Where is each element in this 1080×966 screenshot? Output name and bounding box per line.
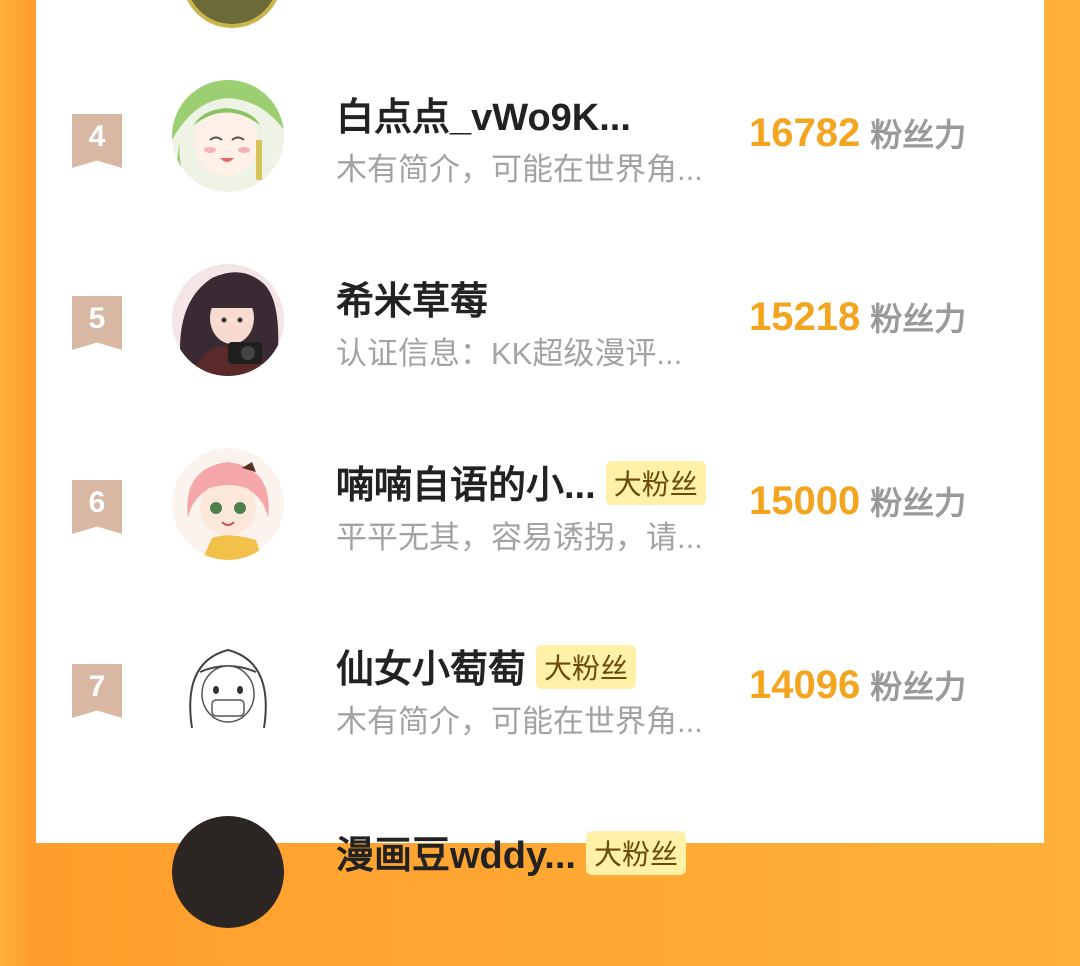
avatar[interactable] (172, 816, 284, 928)
user-description: 木有简介，可能在世界角... (336, 152, 703, 187)
user-name[interactable]: 喃喃自语的小... 大粉丝 (336, 454, 706, 509)
user-name[interactable]: 希米草莓 (336, 270, 488, 325)
user-name[interactable]: 漫画豆wddy... 大粉丝 (336, 824, 686, 879)
big-fan-badge: 大粉丝 (605, 461, 706, 505)
rank-number: 4 (88, 120, 106, 153)
rank-ribbon-icon: 7 (72, 664, 122, 718)
fans-score: 14096 粉丝力 (749, 662, 966, 708)
fans-score-label: 粉丝力 (870, 300, 967, 338)
user-description: 认证信息：KK超级漫评... (336, 336, 683, 371)
user-name-text[interactable]: 仙女小萄萄 (336, 649, 526, 691)
fans-score: 15218 粉丝力 (749, 294, 966, 340)
user-description: 平平无其，容易诱拐，请... (336, 520, 703, 555)
partial-avatar-top[interactable] (182, 0, 282, 28)
fans-score: 15000 粉丝力 (749, 478, 966, 524)
avatar[interactable] (172, 80, 284, 192)
rank-ribbon-icon: 4 (72, 114, 122, 168)
user-name[interactable]: 白点点_vWo9K... (336, 86, 631, 141)
fans-score-label: 粉丝力 (870, 668, 967, 706)
ranking-panel: 4 白点点_vWo9K... 木有简介，可能在世界角... 16782粉丝力 (36, 0, 1044, 928)
fans-score-value: 15218 (749, 295, 861, 339)
fans-score-value: 16782 (749, 111, 861, 155)
rank-ribbon-icon: 5 (72, 296, 122, 350)
user-name[interactable]: 仙女小萄萄 大粉丝 (336, 638, 637, 693)
ranking-row[interactable]: 5 希米草莓 认证信息：KK超级漫评... 15218 粉丝力 (36, 264, 1044, 414)
user-name-text[interactable]: 喃喃自语的小... (336, 465, 596, 507)
rank-number: 6 (88, 486, 106, 519)
rank-ribbon-icon: 6 (72, 480, 122, 534)
ranking-row[interactable]: 6 喃喃自语的小... 大粉丝 平平无其，容易诱拐，请... 15000 粉丝力 (36, 448, 1044, 598)
big-fan-badge: 大粉丝 (536, 645, 637, 689)
user-name-text[interactable]: 希米草莓 (336, 281, 488, 323)
rank-number: 7 (88, 670, 106, 703)
fans-score-value: 14096 (749, 663, 861, 707)
user-description: 木有简介，可能在世界角... (336, 704, 703, 739)
avatar[interactable] (172, 632, 284, 744)
avatar[interactable] (172, 448, 284, 560)
ranking-row[interactable]: 4 白点点_vWo9K... 木有简介，可能在世界角... 16782 粉丝力 (36, 80, 1044, 230)
user-name-text[interactable]: 漫画豆wddy... (336, 835, 576, 877)
fans-score-label: 粉丝力 (870, 116, 967, 154)
user-name-text[interactable]: 白点点_vWo9K... (336, 97, 631, 139)
fans-score-value: 15000 (749, 479, 861, 523)
fans-score: 16782 粉丝力 (749, 110, 966, 156)
ranking-row[interactable]: 7 仙女小萄萄 大粉丝 木有简介，可能在世界角... 14096 粉丝力 (36, 632, 1044, 782)
ranking-row[interactable]: 漫画豆wddy... 大粉丝 (36, 816, 1044, 966)
big-fan-badge: 大粉丝 (585, 831, 686, 875)
avatar[interactable] (172, 264, 284, 376)
fans-score-label: 粉丝力 (870, 484, 967, 522)
rank-number: 5 (88, 302, 106, 335)
